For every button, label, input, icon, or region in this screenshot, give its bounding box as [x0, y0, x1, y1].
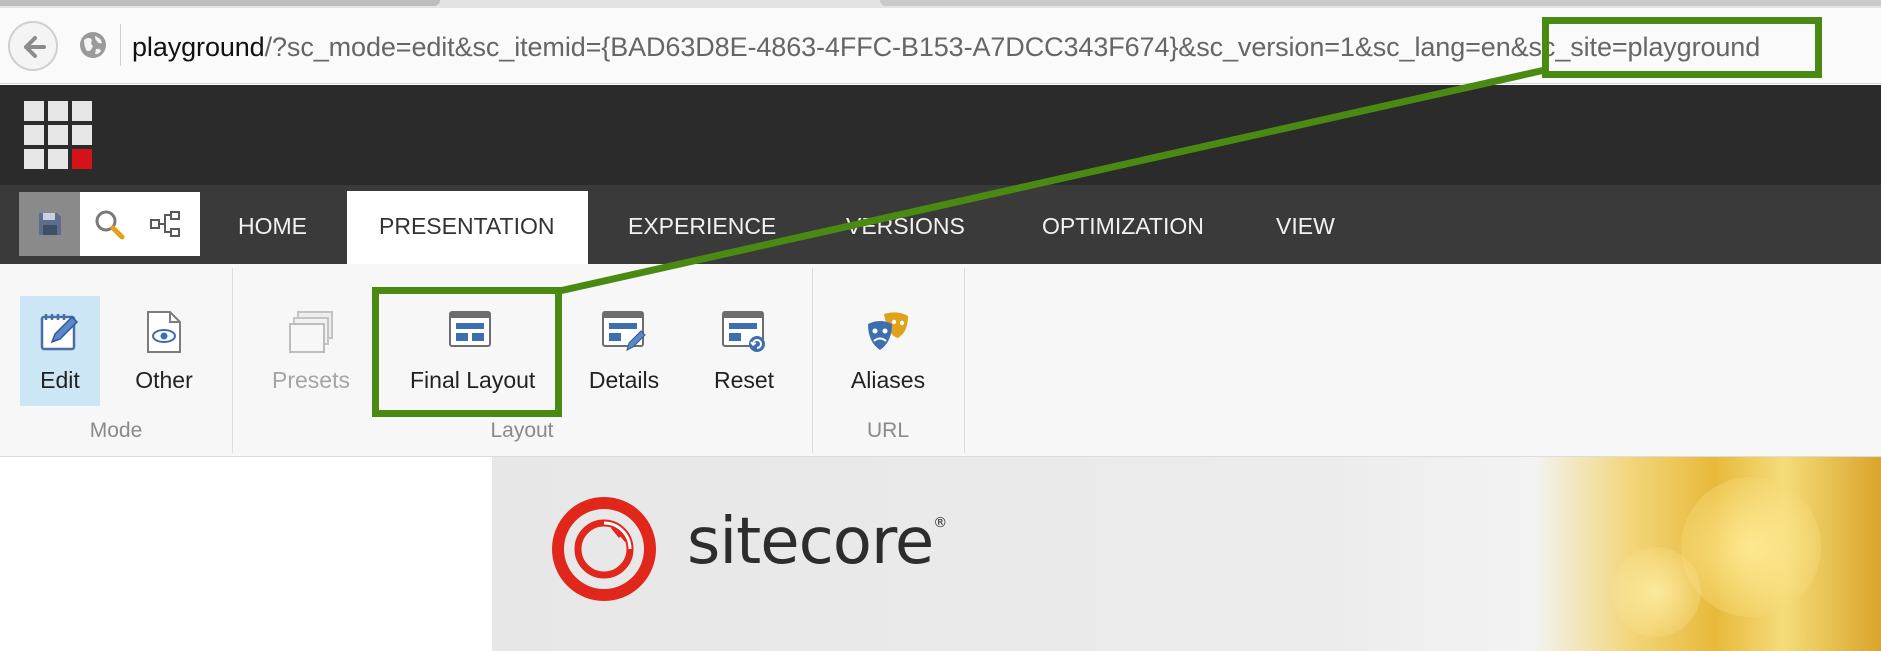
reset-label: Reset [713, 367, 775, 393]
tab-experience[interactable]: EXPERIENCE [628, 213, 776, 240]
presets-label: Presets [272, 367, 350, 393]
aliases-masks-icon [868, 312, 908, 350]
ribbon-panel: Edit Other Mode Presets Final Layout Det… [0, 264, 1881, 457]
search-icon[interactable] [93, 208, 125, 240]
url-host: playground [132, 32, 265, 62]
tab-presentation[interactable]: PRESENTATION [347, 191, 588, 264]
preview-eye-icon [147, 311, 181, 353]
sitecore-header [0, 85, 1881, 185]
logo-text: sitecore [687, 505, 934, 579]
reset-layout-icon [722, 311, 765, 352]
url-separator [120, 24, 121, 66]
save-icon [39, 213, 61, 235]
aliases-label: Aliases [850, 367, 926, 393]
group-divider [964, 268, 965, 453]
launchpad-grid-icon[interactable] [24, 101, 92, 169]
final-layout-button[interactable]: Final Layout [410, 296, 535, 406]
presets-icon [289, 311, 333, 353]
browser-tab[interactable] [880, 0, 1881, 6]
page-content: sitecore® [0, 457, 1881, 651]
tab-view[interactable]: VIEW [1276, 213, 1335, 240]
hero-banner: sitecore® [492, 457, 1881, 651]
final-layout-icon [449, 311, 491, 347]
address-bar: playground/?sc_mode=edit&sc_itemid={BAD6… [0, 8, 1881, 84]
quick-access-toolbar [19, 192, 200, 256]
url-group-label: URL [866, 419, 909, 442]
other-button[interactable]: Other [124, 296, 204, 406]
url-input[interactable]: playground/?sc_mode=edit&sc_itemid={BAD6… [132, 32, 1760, 63]
browser-tab[interactable] [0, 0, 440, 6]
final-layout-label: Final Layout [410, 367, 536, 393]
details-label: Details [588, 367, 660, 393]
other-label: Other [135, 367, 193, 393]
globe-icon[interactable] [78, 30, 108, 60]
back-button[interactable] [8, 21, 58, 71]
edit-button[interactable]: Edit [20, 296, 100, 406]
edit-pencil-icon [40, 314, 79, 351]
ribbon-tabbar: HOME PRESENTATION EXPERIENCE VERSIONS OP… [0, 185, 1881, 264]
edit-label: Edit [40, 367, 80, 393]
tab-versions[interactable]: VERSIONS [846, 213, 965, 240]
browser-tabstrip [0, 0, 1881, 8]
tab-optimization[interactable]: OPTIMIZATION [1042, 213, 1204, 240]
save-button[interactable] [19, 192, 80, 256]
url-path: /?sc_mode=edit&sc_itemid={BAD63D8E-4863-… [264, 32, 1761, 62]
aliases-button[interactable]: Aliases [848, 296, 928, 406]
logo-registered-mark: ® [933, 515, 947, 531]
sitecore-wordmark: sitecore® [687, 505, 947, 579]
mode-group-label: Mode [89, 419, 143, 442]
layout-group-label: Layout [490, 419, 554, 442]
sitecore-logo-icon [552, 497, 656, 601]
details-button[interactable]: Details [584, 296, 664, 406]
tab-home[interactable]: HOME [238, 213, 307, 240]
reset-button[interactable]: Reset [704, 296, 784, 406]
layout-details-icon [602, 311, 646, 351]
navigation-tree-icon[interactable] [149, 210, 181, 238]
presets-button[interactable]: Presets [271, 296, 351, 406]
back-arrow-icon [24, 36, 46, 58]
